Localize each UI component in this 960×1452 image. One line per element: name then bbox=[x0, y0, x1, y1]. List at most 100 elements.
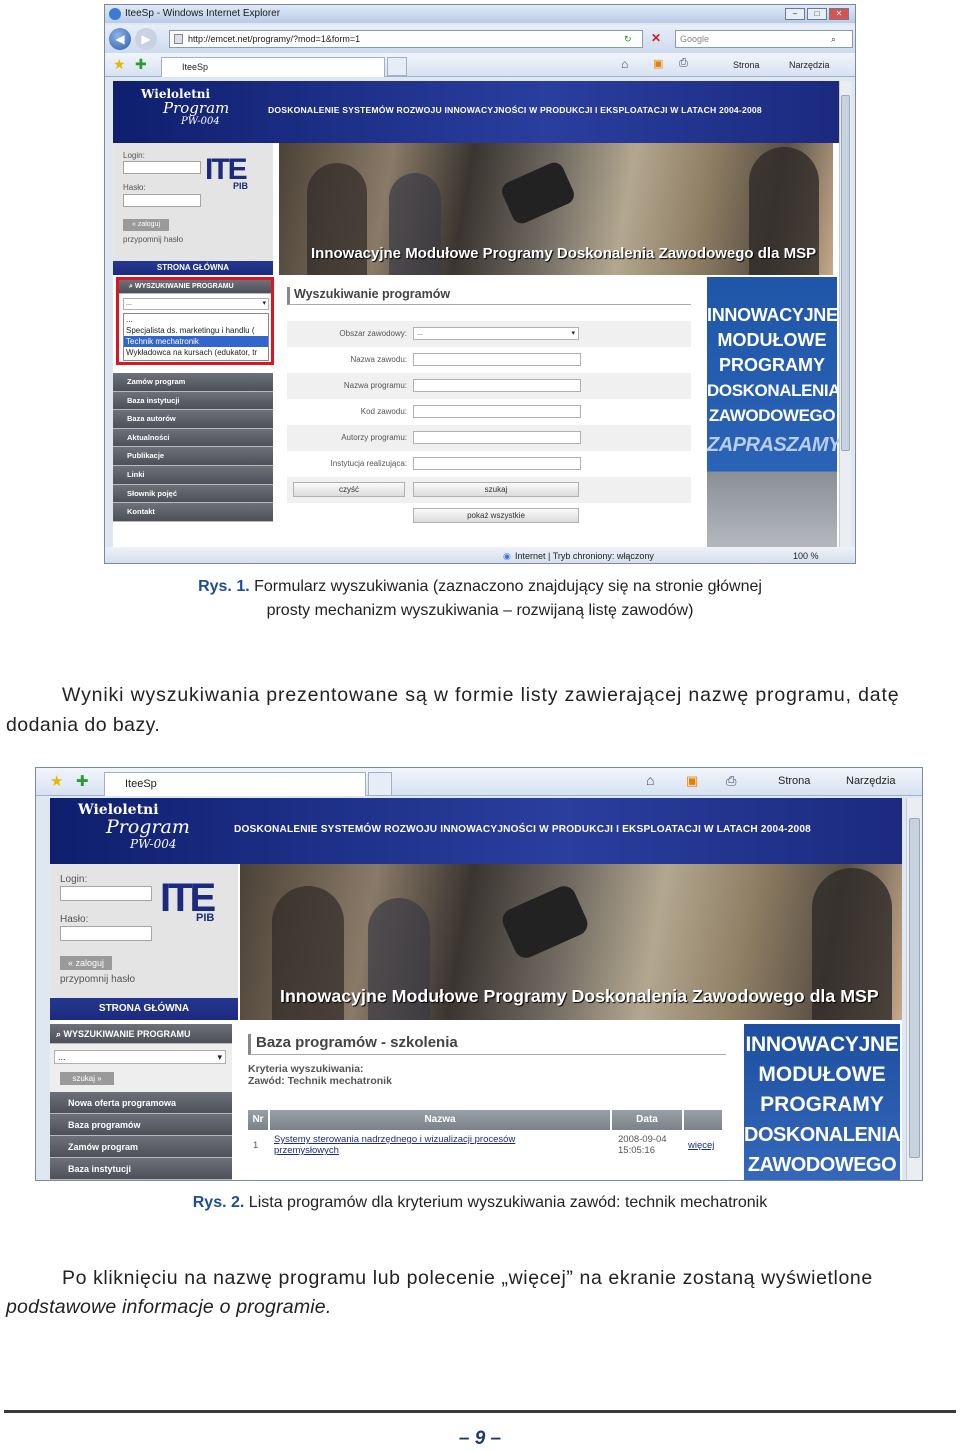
search-input[interactable]: Google ⌕ bbox=[675, 30, 853, 48]
row-time: 15:05:16 bbox=[618, 1145, 655, 1156]
scroll-thumb[interactable] bbox=[909, 818, 920, 1158]
search-icon[interactable]: ⌕ bbox=[831, 31, 836, 47]
home-nav-button[interactable]: STRONA GŁÓWNA bbox=[50, 998, 238, 1020]
column-header-nr[interactable]: Nr bbox=[248, 1110, 268, 1130]
row-nr: 1 bbox=[253, 1140, 259, 1151]
web-page: Wieloletni Program PW-004 DOSKONALENIE S… bbox=[113, 81, 839, 547]
remind-password-link[interactable]: przypomnij hasło bbox=[60, 974, 135, 985]
header-photo: Innowacyjne Modułowe Programy Doskonalen… bbox=[279, 143, 833, 275]
form-field-input[interactable] bbox=[413, 405, 581, 418]
password-input[interactable] bbox=[123, 194, 201, 207]
tab-iteesp[interactable]: IteeSp bbox=[161, 57, 385, 77]
home-icon[interactable]: ⌂ bbox=[621, 57, 628, 71]
promo-line: PROGRAMY bbox=[718, 355, 825, 375]
refresh-icon[interactable]: ↻ bbox=[624, 31, 632, 47]
favorites-bar: ★ ✚ IteeSp ⌂ ▣ ⎙ Strona Narzędzia bbox=[36, 768, 922, 796]
figure-label: Rys. 2. bbox=[192, 1194, 245, 1211]
form-field-input[interactable] bbox=[413, 379, 581, 392]
add-favorite-icon[interactable]: ✚ bbox=[135, 56, 147, 73]
search-panel-header: ⌕ WYSZUKIWANIE PROGRAMU bbox=[50, 1024, 232, 1044]
login-button[interactable]: « zaloguj bbox=[123, 219, 169, 231]
form-row: Obszar zawodowy: ... ▾ bbox=[287, 321, 691, 347]
close-window-button[interactable]: ✕ bbox=[829, 8, 849, 20]
form-field-input[interactable] bbox=[413, 431, 581, 444]
scrollbar[interactable] bbox=[906, 798, 922, 1180]
tab-iteesp[interactable]: IteeSp bbox=[104, 772, 366, 796]
column-header-date[interactable]: Data bbox=[612, 1110, 682, 1130]
login-input[interactable] bbox=[60, 886, 152, 901]
dropdown-option-selected[interactable]: Technik mechatronik bbox=[124, 336, 268, 347]
remind-password-link[interactable]: przypomnij hasło bbox=[123, 235, 183, 244]
back-icon[interactable]: ◀ bbox=[109, 28, 131, 50]
tools-menu[interactable]: Narzędzia bbox=[846, 773, 896, 789]
nav-item[interactable]: Baza instytucji bbox=[113, 391, 273, 411]
print-icon[interactable]: ⎙ bbox=[679, 57, 688, 70]
more-link[interactable]: więcej bbox=[688, 1140, 714, 1151]
page-menu[interactable]: Strona bbox=[778, 773, 810, 789]
page-menu[interactable]: Strona bbox=[733, 57, 760, 73]
promo-line: DOSKONALENIA bbox=[744, 1124, 901, 1146]
device-shape bbox=[498, 882, 592, 962]
login-input[interactable] bbox=[123, 161, 201, 174]
tools-menu[interactable]: Narzędzia bbox=[789, 57, 830, 73]
nav-item[interactable]: Baza programów bbox=[50, 1114, 232, 1136]
password-input[interactable] bbox=[60, 926, 152, 941]
favorites-star-icon[interactable]: ★ bbox=[113, 56, 126, 73]
nav-item[interactable]: Nowa oferta programowa bbox=[50, 1092, 232, 1114]
home-nav-button[interactable]: STRONA GŁÓWNA bbox=[113, 261, 273, 275]
home-icon[interactable]: ⌂ bbox=[646, 772, 654, 788]
maximize-button[interactable]: □ bbox=[807, 8, 827, 20]
screenshot-2: ★ ✚ IteeSp ⌂ ▣ ⎙ Strona Narzędzia Wielol… bbox=[35, 767, 923, 1181]
form-field-label: Obszar zawodowy: bbox=[339, 329, 407, 338]
profession-select[interactable]: ... ▾ bbox=[123, 298, 269, 310]
profession-dropdown-list: ... Specjalista ds. marketingu i handlu … bbox=[123, 313, 269, 361]
nav-item[interactable]: Publikacje bbox=[113, 447, 273, 466]
form-field-input[interactable] bbox=[413, 457, 581, 470]
print-icon[interactable]: ⎙ bbox=[726, 773, 736, 789]
nav-item[interactable]: Baza instytucji bbox=[50, 1158, 232, 1180]
site-banner: Wieloletni Program PW-004 DOSKONALENIE S… bbox=[113, 81, 839, 143]
login-button[interactable]: « zaloguj bbox=[60, 956, 112, 970]
nav-item[interactable]: Linki bbox=[113, 465, 273, 485]
criteria-label: Kryteria wyszukiwania: bbox=[248, 1063, 364, 1075]
search-button[interactable]: szukaj bbox=[413, 482, 579, 497]
dropdown-option[interactable]: Wykładowca na kursach (edukator, tr bbox=[124, 347, 268, 358]
column-header-name[interactable]: Nazwa bbox=[270, 1110, 610, 1130]
form-field-label: Kod zawodu: bbox=[360, 407, 407, 416]
nav-item[interactable]: Kontakt bbox=[113, 503, 273, 522]
nav-item[interactable]: Aktualności bbox=[113, 428, 273, 448]
new-tab-button[interactable] bbox=[387, 57, 407, 76]
stop-icon[interactable]: ✕ bbox=[651, 31, 661, 45]
favorites-star-icon[interactable]: ★ bbox=[50, 772, 63, 790]
add-favorite-icon[interactable]: ✚ bbox=[76, 772, 89, 790]
feeds-icon[interactable]: ▣ bbox=[653, 57, 663, 70]
promo-line: ZAWODOWEGO bbox=[747, 1154, 897, 1176]
nav-item[interactable]: Baza autorów bbox=[113, 410, 273, 429]
program-name-link[interactable]: Systemy sterowania nadrzędnego i wizuali… bbox=[274, 1134, 515, 1156]
photo-caption: Innowacyjne Modułowe Programy Doskonalen… bbox=[280, 986, 879, 1006]
area-select[interactable]: ... ▾ bbox=[413, 327, 579, 340]
profession-select-value: ... bbox=[58, 1052, 66, 1062]
form-field-input[interactable] bbox=[413, 353, 581, 366]
zoom-level[interactable]: 100 % bbox=[793, 547, 819, 563]
clear-button[interactable]: czyść bbox=[293, 482, 405, 497]
feeds-icon[interactable]: ▣ bbox=[686, 773, 698, 789]
tab-label: IteeSp bbox=[125, 778, 157, 790]
nav-item[interactable]: Słownik pojęć bbox=[113, 484, 273, 504]
dropdown-option[interactable]: ... bbox=[124, 314, 268, 325]
figure-caption-2: Rys. 2. Lista programów dla kryterium wy… bbox=[0, 1194, 960, 1212]
search-button[interactable]: szukaj » bbox=[60, 1072, 114, 1085]
new-tab-button[interactable] bbox=[368, 772, 392, 796]
dropdown-option[interactable]: Specjalista ds. marketingu i handlu ( bbox=[124, 325, 268, 336]
show-all-button[interactable]: pokaż wszystkie bbox=[413, 508, 579, 523]
minimize-button[interactable]: – bbox=[785, 8, 805, 20]
scroll-thumb[interactable] bbox=[841, 95, 850, 451]
address-input[interactable]: http://emcet.net/programy/?mod=1&form=1 … bbox=[169, 30, 643, 48]
forward-icon[interactable]: ▶ bbox=[135, 28, 157, 50]
scrollbar[interactable] bbox=[839, 81, 851, 547]
search-icon: ⌕ bbox=[56, 1029, 64, 1039]
column-header-more bbox=[684, 1110, 722, 1130]
nav-item[interactable]: Zamów program bbox=[50, 1136, 232, 1158]
nav-item[interactable]: Zamów program bbox=[113, 373, 273, 392]
profession-select[interactable]: ... ▾ bbox=[54, 1050, 226, 1064]
